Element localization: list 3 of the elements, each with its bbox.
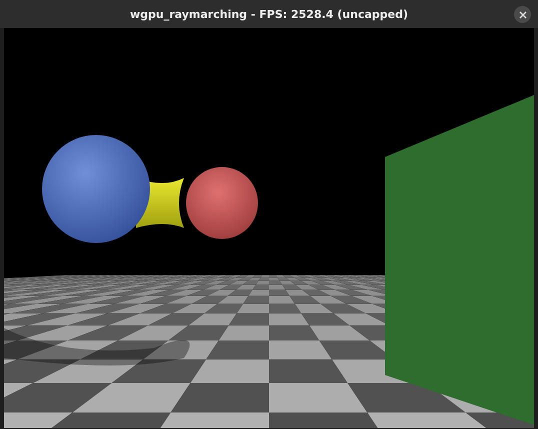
close-icon — [518, 10, 526, 18]
close-button[interactable] — [514, 6, 531, 23]
window-title: wgpu_raymarching - FPS: 2528.4 (uncapped) — [130, 8, 408, 20]
